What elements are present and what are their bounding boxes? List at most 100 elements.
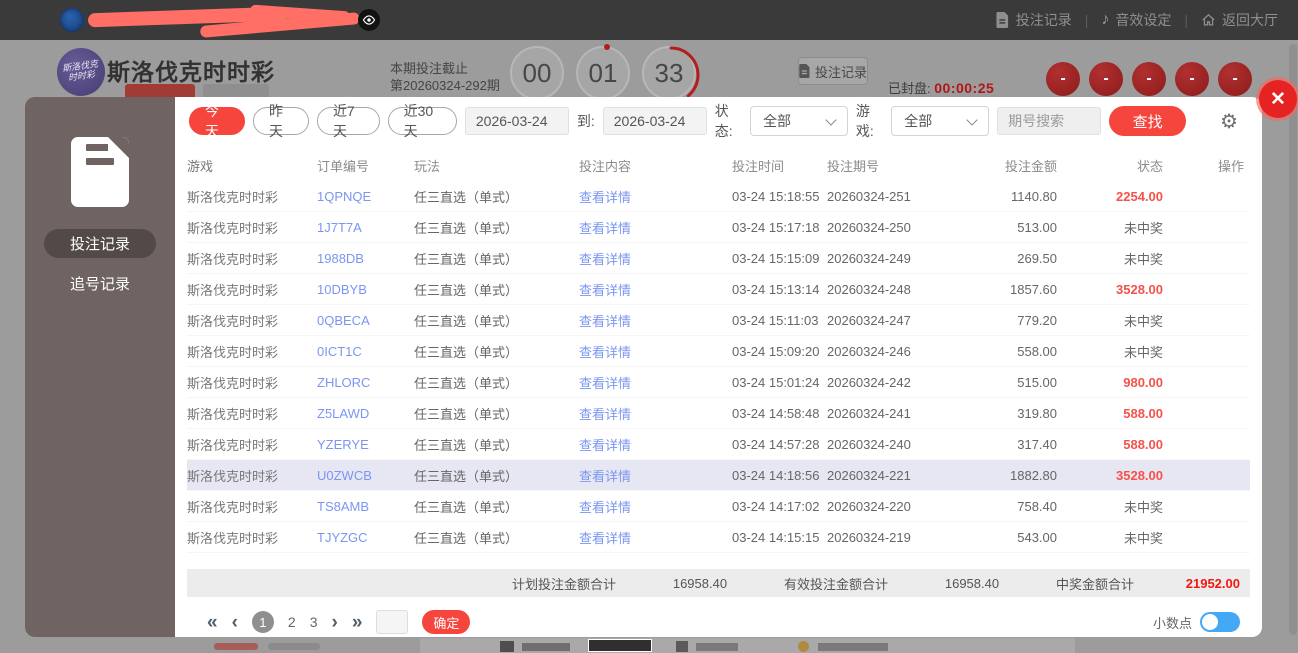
cell-amount: 1882.80 <box>1010 467 1057 483</box>
page-jump-input[interactable] <box>376 610 409 634</box>
close-button[interactable]: ✕ <box>1259 80 1297 118</box>
status-select[interactable]: 全部 <box>750 106 848 136</box>
cell-time: 03-24 15:18:55 <box>732 188 820 204</box>
cell-order[interactable]: Z5LAWD <box>317 406 414 421</box>
eye-icon[interactable] <box>358 9 380 31</box>
cell-order[interactable]: 10DBYB <box>317 282 414 297</box>
cell-order[interactable]: 0QBECA <box>317 313 414 328</box>
game-logo: 斯洛伐克 时时彩 <box>53 44 109 100</box>
cell-content[interactable]: 查看详情 <box>579 404 732 423</box>
cell-content[interactable]: 查看详情 <box>579 528 732 547</box>
column-header: 玩法 <box>414 158 441 174</box>
result-ball: - <box>1218 62 1252 96</box>
last-page-button[interactable]: » <box>352 613 363 632</box>
next-page-button[interactable]: › <box>332 613 338 632</box>
document-icon <box>996 12 1010 28</box>
cell-order[interactable]: U0ZWCB <box>317 468 414 483</box>
filter-last30days[interactable]: 近30天 <box>387 103 457 139</box>
date-to-input[interactable] <box>602 107 707 135</box>
cell-status: 未中奖 <box>1123 251 1163 267</box>
date-from-input[interactable] <box>464 107 569 135</box>
header-bet-records-button[interactable]: 投注记录 <box>798 57 868 85</box>
game-select[interactable]: 全部 <box>891 106 990 136</box>
cell-time: 03-24 14:15:15 <box>732 529 820 545</box>
page: ⟳ 投注记录 | ♪ 音效设定 | 返回大厅 <box>0 0 1298 653</box>
table-row: 斯洛伐克时时彩 YZERYE 任三直选（单式） 查看详情 03-24 14:57:28 2… <box>187 429 1250 460</box>
filter-yesterday[interactable]: 昨天 <box>252 103 309 139</box>
cell-order[interactable]: 1J7T7A <box>317 220 414 235</box>
scrollbar[interactable] <box>1289 44 1297 635</box>
filter-bar: 今天 昨天 近7天 近30天 到: 状态: 全部 游戏: 全部 查找 ⚙ <box>189 103 1248 139</box>
column-header: 游戏 <box>187 158 214 174</box>
filter-today[interactable]: 今天 <box>189 103 245 139</box>
countdown-seconds: 33 <box>642 46 700 104</box>
sidebar-item-chase-records[interactable]: 追号记录 <box>70 273 130 294</box>
closed-time: 00:00:25 <box>934 80 995 96</box>
planned-total-value: 16958.40 <box>672 575 728 591</box>
closed-status: 已封盘: 00:00:25 <box>888 78 994 97</box>
page-number[interactable]: 2 <box>288 614 296 630</box>
confirm-button[interactable]: 确定 <box>422 610 471 634</box>
cell-time: 03-24 15:09:20 <box>732 343 820 359</box>
period-search-input[interactable] <box>997 107 1102 135</box>
sidebar-item-bet-records[interactable]: 投注记录 <box>44 229 156 258</box>
topbar-bet-records[interactable]: 投注记录 <box>996 10 1072 30</box>
cell-period: 20260324-250 <box>827 219 911 235</box>
table-row: 斯洛伐克时时彩 1988DB 任三直选（单式） 查看详情 03-24 15:15:09 2… <box>187 243 1250 274</box>
cell-amount: 319.80 <box>1017 405 1057 421</box>
cell-status: 2254.00 <box>1116 188 1163 204</box>
cell-time: 03-24 15:15:09 <box>732 250 820 266</box>
cell-content[interactable]: 查看详情 <box>579 342 732 361</box>
cell-game: 斯洛伐克时时彩 <box>187 375 279 391</box>
prev-page-button[interactable]: ‹ <box>232 613 238 632</box>
cell-order[interactable]: YZERYE <box>317 437 414 452</box>
countdown-minutes: 01 <box>576 44 630 100</box>
user-avatar-icon[interactable] <box>60 8 84 32</box>
cell-content[interactable]: 查看详情 <box>579 280 732 299</box>
document-icon <box>799 64 810 78</box>
cell-order[interactable]: TS8AMB <box>317 499 414 514</box>
cell-content[interactable]: 查看详情 <box>579 373 732 392</box>
page-number[interactable]: 1 <box>251 611 274 633</box>
search-button[interactable]: 查找 <box>1109 106 1187 136</box>
cell-order[interactable]: ZHLORC <box>317 375 414 390</box>
result-ball: - <box>1089 62 1123 96</box>
cell-content[interactable]: 查看详情 <box>579 187 732 206</box>
cell-period: 20260324-220 <box>827 498 911 514</box>
chevron-down-icon <box>825 114 837 126</box>
cell-order[interactable]: 1QPNQE <box>317 189 414 204</box>
logo-text: 时时彩 <box>67 69 96 83</box>
cell-order[interactable]: 1988DB <box>317 251 414 266</box>
topbar-sound-settings[interactable]: ♪ 音效设定 <box>1101 10 1171 30</box>
cell-amount: 513.00 <box>1017 219 1057 235</box>
filter-last7days[interactable]: 近7天 <box>316 103 380 139</box>
cell-content[interactable]: 查看详情 <box>579 249 732 268</box>
cell-order[interactable]: TJYZGC <box>317 530 414 545</box>
cell-content[interactable]: 查看详情 <box>579 497 732 516</box>
cell-content[interactable]: 查看详情 <box>579 435 732 454</box>
cell-content[interactable]: 查看详情 <box>579 466 732 485</box>
cell-time: 03-24 15:01:24 <box>732 374 820 390</box>
first-page-button[interactable]: « <box>207 613 218 632</box>
gear-icon[interactable]: ⚙ <box>1220 109 1238 134</box>
page-number[interactable]: 3 <box>310 614 318 630</box>
table-body: 斯洛伐克时时彩 1QPNQE 任三直选（单式） 查看详情 03-24 15:18:55 2… <box>187 181 1250 553</box>
topbar-menu: 投注记录 | ♪ 音效设定 | 返回大厅 <box>996 10 1278 30</box>
topbar-return-lobby[interactable]: 返回大厅 <box>1201 10 1278 30</box>
column-header: 状态 <box>1136 158 1163 174</box>
cell-content[interactable]: 查看详情 <box>579 218 732 237</box>
column-header: 操作 <box>1217 158 1244 174</box>
cell-play: 任三直选（单式） <box>414 530 519 546</box>
table-row: 斯洛伐克时时彩 TS8AMB 任三直选（单式） 查看详情 03-24 14:17:02 2… <box>187 491 1250 522</box>
cell-game: 斯洛伐克时时彩 <box>187 189 279 205</box>
cell-status: 588.00 <box>1123 436 1163 452</box>
decimal-toggle[interactable] <box>1200 612 1240 632</box>
cell-order[interactable]: 0ICT1C <box>317 344 414 359</box>
cell-play: 任三直选（单式） <box>414 468 519 484</box>
table-row: 斯洛伐克时时彩 10DBYB 任三直选（单式） 查看详情 03-24 15:13:14 2… <box>187 274 1250 305</box>
cell-play: 任三直选（单式） <box>414 437 519 453</box>
cell-content[interactable]: 查看详情 <box>579 311 732 330</box>
cell-amount: 317.40 <box>1017 436 1057 452</box>
cell-status: 未中奖 <box>1123 344 1163 360</box>
cell-amount: 543.00 <box>1017 529 1057 545</box>
